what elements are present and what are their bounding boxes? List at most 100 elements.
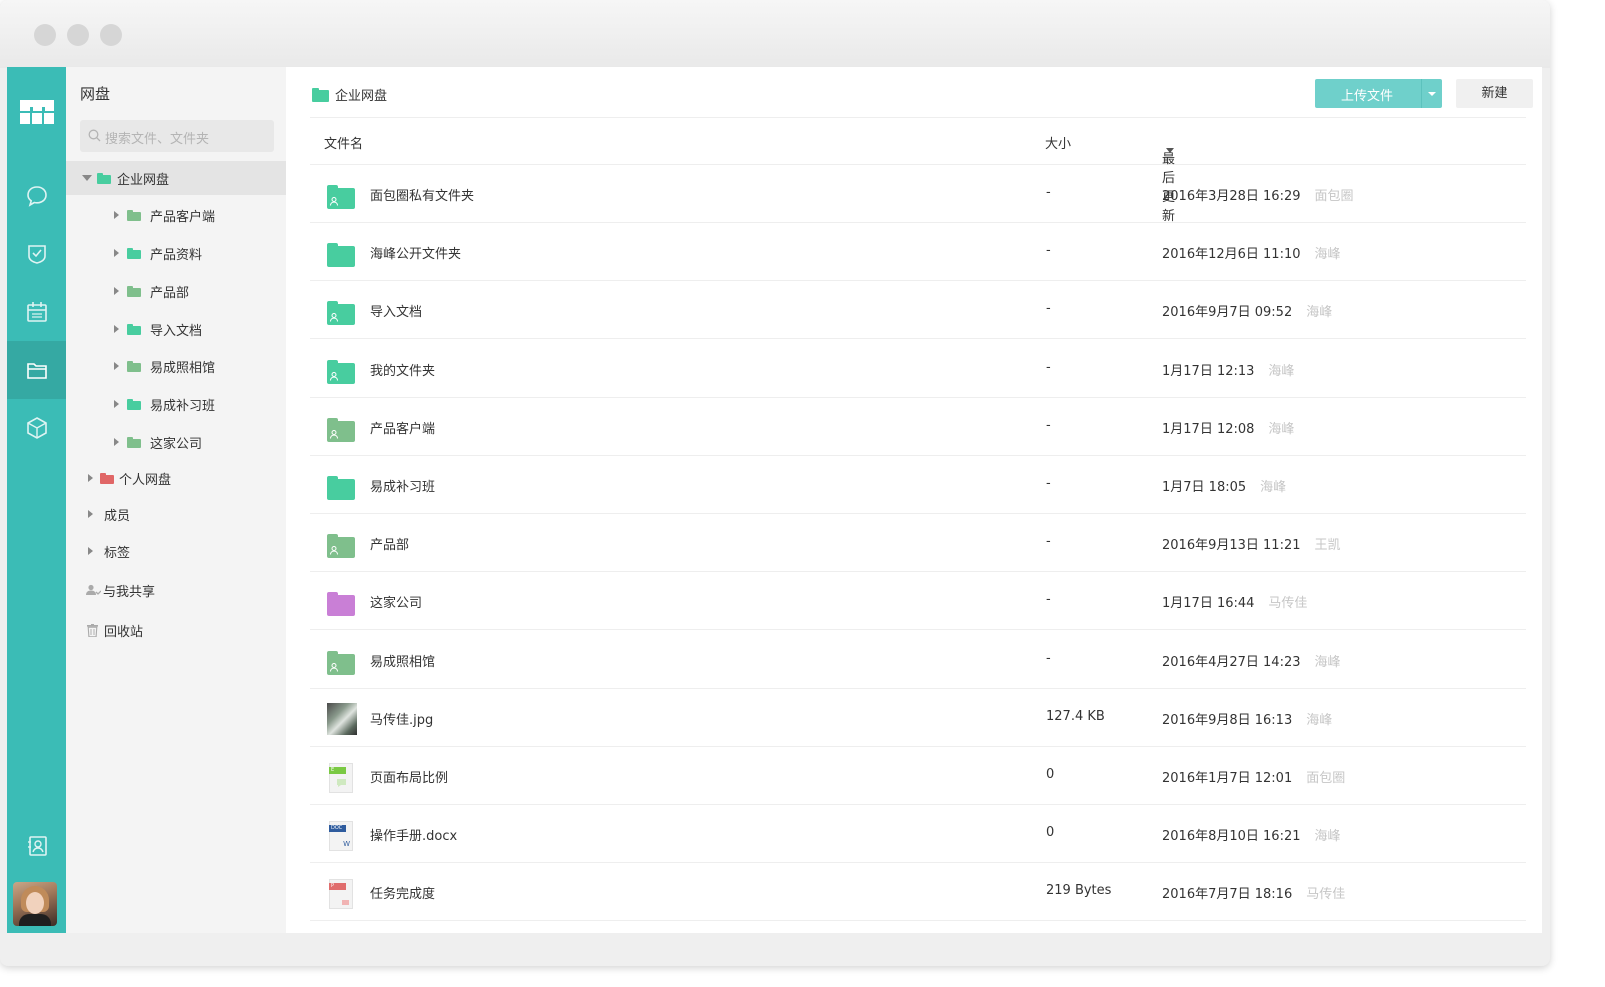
word-file-icon: DOC W <box>327 821 355 852</box>
tree-label: 易成补习班 <box>150 398 216 414</box>
column-name[interactable]: 文件名 <box>324 133 363 152</box>
upload-label: 上传文件 <box>1341 89 1394 104</box>
file-row[interactable]: 我的文件夹 - 1月17日 12:13 海峰 <box>310 340 1526 398</box>
tree-item-members[interactable]: 成员 <box>66 497 286 531</box>
tree-item-imported-docs[interactable]: 导入文档 <box>66 312 286 346</box>
rail-tasks[interactable] <box>7 225 66 283</box>
shared-folder-icon <box>127 360 141 372</box>
updated-by: 王凯 <box>1314 538 1341 554</box>
caret-right-icon[interactable] <box>114 211 119 219</box>
cube-icon <box>26 417 47 439</box>
updated-by: 面包圈 <box>1314 189 1354 204</box>
file-name[interactable]: 产品客户端 <box>370 418 435 437</box>
tree-item-tags[interactable]: 标签 <box>66 534 286 568</box>
app-frame: 网盘 搜索文件、文件夹 企业网盘 产品客户端 产品资料 产品部 导入文档 易成照… <box>7 67 1542 933</box>
zoom-window-button[interactable] <box>100 24 122 46</box>
caret-right-icon[interactable] <box>114 400 119 408</box>
close-window-button[interactable] <box>34 24 56 46</box>
file-size: - <box>1046 476 1051 491</box>
updated-by: 面包圈 <box>1306 771 1346 786</box>
table-header: 文件名 大小 最后更新 <box>310 117 1526 224</box>
file-row[interactable]: 这家公司 - 1月17日 16:44 马传佳 <box>310 572 1526 631</box>
caret-right-icon[interactable] <box>114 325 119 333</box>
file-name[interactable]: 我的文件夹 <box>370 360 435 379</box>
updated-by: 海峰 <box>1260 480 1287 495</box>
search-placeholder: 搜索文件、文件夹 <box>105 132 210 147</box>
updated-time: 2016年7月7日 18:16 <box>1162 887 1293 903</box>
caret-right-icon[interactable] <box>114 438 119 446</box>
upload-button[interactable]: 上传文件 <box>1315 79 1442 108</box>
tree-item-this-company[interactable]: 这家公司 <box>66 425 286 459</box>
tree-item-shared-with-me[interactable]: 与我共享 <box>66 573 286 607</box>
file-row[interactable]: 导入文档 - 2016年9月7日 09:52 海峰 <box>310 281 1526 340</box>
file-row[interactable]: 易成照相馆 - 2016年4月27日 14:23 海峰 <box>310 631 1526 689</box>
caret-right-icon[interactable] <box>88 474 93 482</box>
rail-drive[interactable] <box>7 341 66 399</box>
file-size: 219 Bytes <box>1046 883 1112 899</box>
updated-by: 海峰 <box>1306 712 1333 728</box>
file-row[interactable]: 易成补习班 - 1月7日 18:05 海峰 <box>310 456 1526 514</box>
chevron-down-icon[interactable] <box>1428 92 1436 96</box>
evernote-file-icon: E <box>327 763 355 793</box>
file-size: - <box>1046 592 1051 608</box>
minimize-window-button[interactable] <box>67 24 89 46</box>
file-name[interactable]: 面包圈私有文件夹 <box>370 185 474 204</box>
file-name[interactable]: 任务完成度 <box>370 883 435 902</box>
file-name[interactable]: 这家公司 <box>370 592 422 611</box>
user-avatar[interactable] <box>13 882 57 926</box>
caret-right-icon[interactable] <box>114 287 119 295</box>
file-updated: 1月17日 12:13 海峰 <box>1162 360 1294 379</box>
search-input[interactable]: 搜索文件、文件夹 <box>80 120 274 152</box>
caret-down-icon[interactable] <box>82 175 92 181</box>
tree-item-personal-drive[interactable]: 个人网盘 <box>66 461 286 495</box>
updated-time: 2016年9月13日 11:21 <box>1162 538 1301 554</box>
tree-label: 导入文档 <box>150 323 203 339</box>
tree-item-tutoring[interactable]: 易成补习班 <box>66 387 286 421</box>
file-name[interactable]: 马传佳.jpg <box>370 709 433 728</box>
file-row[interactable]: DOC W 操作手册.docx 0 2016年8月10日 16:21 海峰 <box>310 805 1526 864</box>
tree-item-product-dept[interactable]: 产品部 <box>66 274 286 308</box>
file-name[interactable]: 易成补习班 <box>370 476 435 495</box>
file-name[interactable]: 导入文档 <box>370 301 422 320</box>
caret-right-icon[interactable] <box>88 510 93 518</box>
file-row[interactable]: 产品部 - 2016年9月13日 11:21 王凯 <box>310 514 1526 573</box>
file-row[interactable]: P 任务完成度 219 Bytes 2016年7月7日 18:16 马传佳 <box>310 863 1526 922</box>
file-updated: 1月7日 18:05 海峰 <box>1162 476 1286 495</box>
caret-right-icon[interactable] <box>114 249 119 257</box>
tree-item-enterprise-drive[interactable]: 企业网盘 <box>66 161 286 195</box>
tree-item-photo-studio[interactable]: 易成照相馆 <box>66 349 286 383</box>
breadcrumb-current[interactable]: 企业网盘 <box>335 85 387 104</box>
tree-item-product-client[interactable]: 产品客户端 <box>66 198 286 232</box>
rail-contacts[interactable] <box>7 817 66 875</box>
tree-label: 产品部 <box>150 285 190 301</box>
caret-right-icon[interactable] <box>88 547 93 555</box>
app-logo[interactable] <box>7 83 66 141</box>
rail-calendar[interactable] <box>7 283 66 341</box>
file-name[interactable]: 产品部 <box>370 534 409 553</box>
file-name[interactable]: 易成照相馆 <box>370 651 435 670</box>
rail-chat[interactable] <box>7 167 66 225</box>
folder-icon <box>127 247 141 259</box>
file-row[interactable]: 海峰公开文件夹 - 2016年12月6日 11:10 海峰 <box>310 223 1526 282</box>
file-row[interactable]: 产品客户端 - 1月17日 12:08 海峰 <box>310 398 1526 456</box>
folder-icon <box>127 398 141 410</box>
file-name[interactable]: 操作手册.docx <box>370 825 457 844</box>
file-row[interactable]: 面包圈私有文件夹 - 2016年3月28日 16:29 面包圈 <box>310 165 1526 223</box>
file-row[interactable]: 马传佳.jpg 127.4 KB 2016年9月8日 16:13 海峰 <box>310 689 1526 747</box>
updated-by: 马传佳 <box>1306 887 1346 903</box>
file-row[interactable]: E 页面布局比例 0 2016年1月7日 12:01 面包圈 <box>310 747 1526 805</box>
column-size[interactable]: 大小 <box>1045 133 1071 152</box>
updated-time: 2016年8月10日 16:21 <box>1162 829 1301 845</box>
new-button[interactable]: 新建 <box>1456 79 1533 108</box>
caret-right-icon[interactable] <box>114 362 119 370</box>
tree-label: 与我共享 <box>103 584 156 600</box>
rail-apps[interactable] <box>7 399 66 457</box>
tree-item-product-info[interactable]: 产品资料 <box>66 236 286 270</box>
tree-label: 产品资料 <box>150 247 203 263</box>
file-name[interactable]: 页面布局比例 <box>370 767 448 786</box>
title-bar <box>0 0 1550 68</box>
file-size: - <box>1046 650 1051 666</box>
file-name[interactable]: 海峰公开文件夹 <box>370 243 461 262</box>
updated-by: 海峰 <box>1314 654 1341 670</box>
tree-item-recycle-bin[interactable]: 回收站 <box>66 613 286 647</box>
